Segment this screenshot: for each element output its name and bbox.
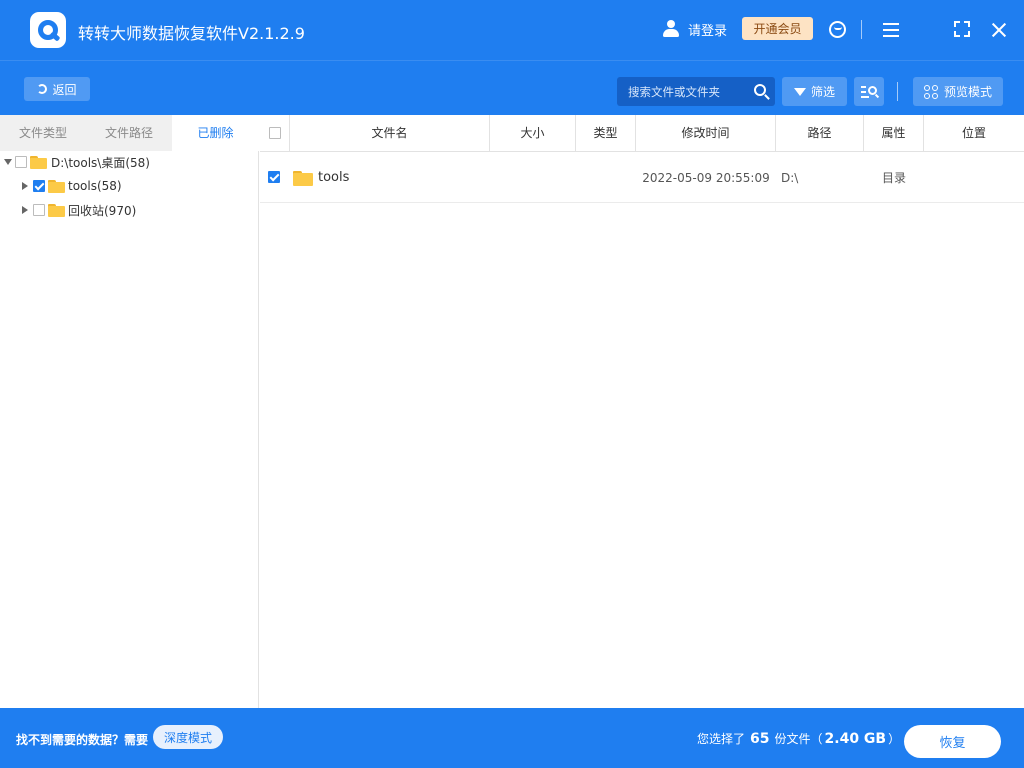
row-modified: 2022-05-09 20:55:09 (642, 171, 770, 185)
expand-arrow-icon[interactable] (22, 182, 28, 190)
title-bar: 转转大师数据恢复软件V2.1.2.9 请登录 开通会员 (0, 0, 1024, 60)
tab-file-path[interactable]: 文件路径 (86, 115, 172, 151)
column-header-name[interactable]: 文件名 (290, 115, 490, 152)
close-icon[interactable] (988, 18, 1012, 42)
toolbar-divider (897, 82, 898, 101)
file-table: 文件名 大小 类型 修改时间 路径 属性 位置 tools 2022-05-09… (260, 115, 1024, 708)
select-all-checkbox[interactable] (268, 126, 281, 139)
expand-arrow-icon[interactable] (4, 159, 12, 165)
row-name: tools (318, 170, 350, 185)
column-header-attribute[interactable]: 属性 (864, 115, 924, 152)
row-checkbox-cell (268, 153, 290, 203)
back-arrow-icon (37, 84, 48, 94)
tree-checkbox[interactable] (15, 156, 27, 168)
headset-icon[interactable] (826, 18, 850, 42)
column-header-type[interactable]: 类型 (576, 115, 636, 152)
column-header-location[interactable]: 位置 (924, 115, 1024, 152)
folder-icon (30, 155, 47, 169)
row-size (490, 153, 576, 203)
app-title: 转转大师数据恢复软件V2.1.2.9 (78, 24, 305, 43)
column-header-modified[interactable]: 修改时间 (636, 115, 776, 152)
grid-icon (923, 84, 938, 99)
search-icon[interactable] (753, 83, 771, 101)
hint-text: 找不到需要的数据？需要 (16, 733, 149, 747)
toolbar: 返回 筛选 预览模式 (0, 60, 1024, 115)
selection-prefix: 您选择了 (697, 732, 746, 746)
selection-count: 65 (750, 731, 770, 747)
app-logo (30, 12, 66, 48)
deep-mode-button[interactable]: 深度模式 (153, 725, 223, 749)
maximize-icon[interactable] (951, 18, 975, 42)
folder-icon (48, 203, 65, 217)
row-checkbox[interactable] (268, 171, 280, 183)
row-location (924, 153, 1024, 203)
search-input[interactable] (617, 77, 747, 106)
filter-label: 筛选 (810, 85, 835, 99)
left-panel: 文件类型 文件路径 已删除 D:\tools\桌面(58) tools(58) … (0, 115, 259, 708)
user-icon (662, 20, 680, 38)
tab-deleted[interactable]: 已删除 (172, 115, 259, 151)
selection-size: 2.40 GB (824, 731, 887, 747)
tree-item-recycle-bin[interactable]: 回收站(970) (22, 199, 136, 221)
table-row[interactable]: tools 2022-05-09 20:55:09 D:\ 目录 (260, 153, 1024, 203)
status-bar: 找不到需要的数据？需要 深度模式 您选择了 65 份文件（ 2.40 GB ） … (0, 708, 1024, 768)
row-attribute: 目录 (881, 171, 906, 185)
preview-label: 预览模式 (943, 85, 992, 99)
selection-suffix: ） (888, 732, 901, 746)
table-header: 文件名 大小 类型 修改时间 路径 属性 位置 (260, 115, 1024, 152)
row-type (576, 153, 636, 203)
menu-icon[interactable] (880, 18, 904, 42)
back-label: 返回 (52, 82, 77, 97)
category-tabs: 文件类型 文件路径 已删除 (0, 115, 259, 151)
folder-icon (293, 170, 313, 186)
row-path: D:\ (781, 171, 799, 185)
search-box (617, 77, 775, 106)
tree-checkbox[interactable] (33, 204, 45, 216)
recover-button[interactable]: 恢复 (904, 725, 1001, 758)
tree-checkbox[interactable] (33, 180, 45, 192)
preview-mode-button[interactable]: 预览模式 (913, 77, 1003, 106)
column-header-size[interactable]: 大小 (490, 115, 576, 152)
titlebar-divider (861, 20, 862, 39)
tree-item-label: tools(58) (68, 179, 122, 193)
selection-summary: 您选择了 65 份文件（ 2.40 GB ） (697, 730, 900, 748)
select-all-cell (260, 115, 290, 152)
column-header-path[interactable]: 路径 (776, 115, 864, 152)
tree-item-tools[interactable]: tools(58) (22, 175, 122, 197)
filter-button[interactable]: 筛选 (782, 77, 847, 106)
tree-item-root[interactable]: D:\tools\桌面(58) (4, 151, 150, 173)
selection-unit: 份文件（ (774, 732, 823, 746)
list-search-button[interactable] (854, 77, 884, 106)
folder-icon (48, 179, 65, 193)
vip-button[interactable]: 开通会员 (742, 17, 813, 40)
back-button[interactable]: 返回 (24, 77, 90, 101)
row-name-cell: tools (293, 153, 489, 203)
login-button[interactable]: 请登录 (662, 19, 727, 39)
tree-item-label: 回收站(970) (68, 203, 137, 218)
tree-item-label: D:\tools\桌面(58) (51, 155, 150, 170)
login-label: 请登录 (688, 23, 728, 39)
expand-arrow-icon[interactable] (22, 206, 28, 214)
tab-file-type[interactable]: 文件类型 (0, 115, 86, 151)
filter-icon (793, 87, 806, 96)
